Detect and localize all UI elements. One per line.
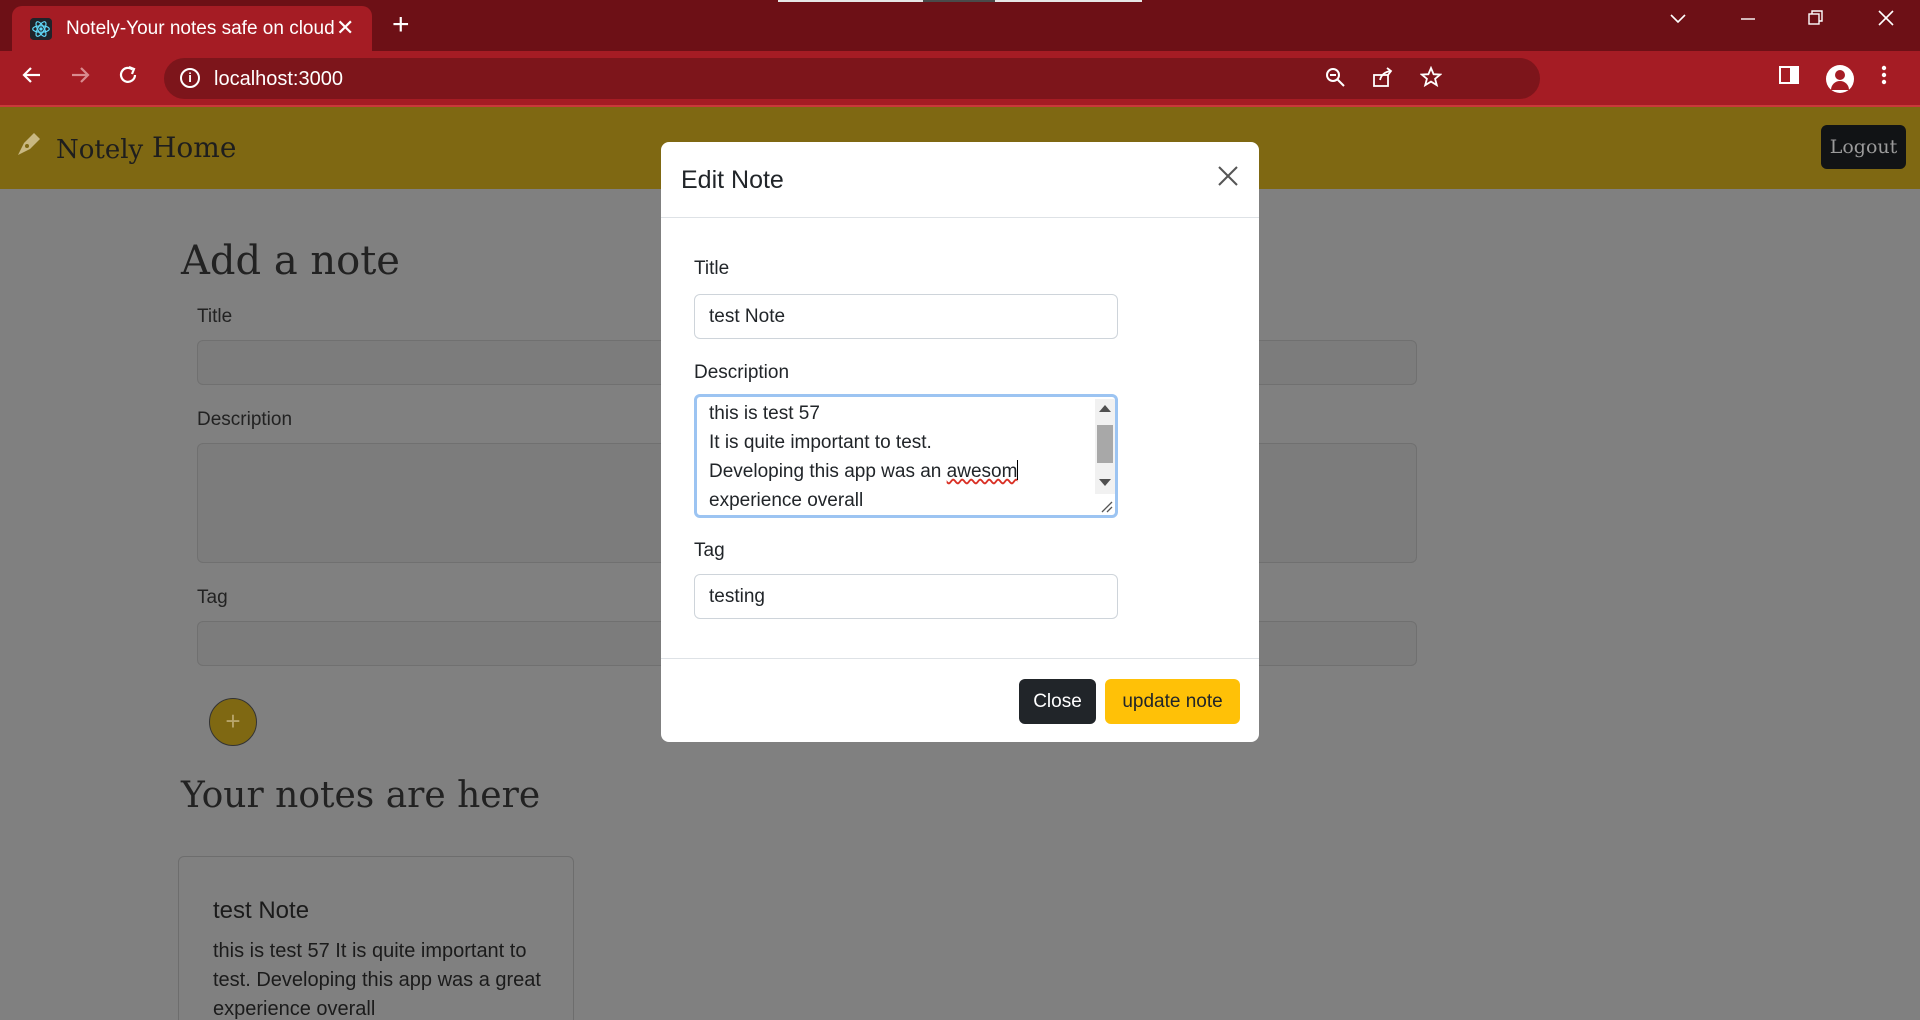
zoom-icon[interactable] — [1324, 66, 1346, 94]
description-line-with-caret: Developing this app was an awesom — [709, 457, 1089, 486]
description-line: Developing this app was an — [709, 461, 947, 482]
resize-grip-icon[interactable] — [1099, 499, 1113, 513]
add-note-heading: Add a note — [181, 238, 400, 284]
modal-description-textarea[interactable]: this is test 57 It is quite important to… — [694, 394, 1118, 518]
profile-avatar-icon[interactable] — [1826, 65, 1854, 93]
tag-label: Tag — [197, 587, 228, 608]
tab-search-icon[interactable] — [1668, 8, 1688, 34]
site-info-icon[interactable]: i — [180, 68, 200, 88]
modal-title-label: Title — [694, 258, 730, 279]
description-line: this is test 57 — [709, 403, 820, 424]
close-icon[interactable] — [1216, 162, 1240, 196]
misspelled-word: awesom — [946, 461, 1018, 482]
address-bar[interactable]: i localhost:3000 — [164, 58, 1540, 99]
modal-tag-label: Tag — [694, 540, 725, 561]
note-description: this is test 57 It is quite important to… — [213, 940, 541, 1020]
scroll-down-arrow-icon[interactable] — [1099, 479, 1111, 486]
back-icon[interactable] — [20, 63, 44, 94]
minimize-icon[interactable] — [1738, 8, 1758, 34]
modal-description-label: Description — [694, 362, 790, 383]
description-line: It is quite important to test. — [709, 432, 932, 453]
brand-name[interactable]: Notely — [56, 135, 143, 165]
forward-icon[interactable] — [68, 63, 92, 94]
bookmark-star-icon[interactable] — [1419, 65, 1443, 94]
scroll-up-arrow-icon[interactable] — [1099, 405, 1111, 412]
textarea-scrollbar[interactable] — [1095, 399, 1115, 494]
edit-note-modal: Edit Note Title test Note Description th… — [661, 142, 1259, 742]
new-tab-icon[interactable]: + — [392, 8, 410, 42]
note-title: test Note — [213, 897, 310, 924]
browser-tab[interactable]: Notely-Your notes safe on cloud ✕ — [12, 6, 372, 51]
add-note-button[interactable]: + — [209, 698, 257, 746]
description-text: this is test 57 It is quite important to… — [709, 399, 1089, 515]
scroll-thumb[interactable] — [1097, 425, 1113, 463]
modal-title: Edit Note — [681, 166, 784, 194]
modal-footer: Close update note — [661, 658, 1259, 742]
side-panel-icon[interactable] — [1778, 64, 1800, 92]
modal-header: Edit Note — [661, 142, 1259, 218]
update-note-button[interactable]: update note — [1105, 679, 1240, 724]
reload-icon[interactable] — [116, 63, 140, 94]
modal-title-input[interactable]: test Note — [694, 294, 1118, 339]
notes-heading: Your notes are here — [181, 775, 541, 816]
react-icon — [30, 18, 52, 40]
title-label: Title — [197, 306, 233, 327]
loading-indicator — [778, 0, 1142, 2]
browser-toolbar: i localhost:3000 — [0, 51, 1920, 106]
logout-button[interactable]: Logout — [1821, 125, 1906, 169]
description-label: Description — [197, 409, 293, 430]
close-window-icon[interactable] — [1876, 8, 1896, 34]
url-text: localhost:3000 — [214, 68, 343, 90]
share-icon[interactable] — [1372, 66, 1394, 94]
restore-icon[interactable] — [1806, 8, 1826, 34]
menu-kebab-icon[interactable] — [1880, 64, 1888, 92]
modal-tag-input[interactable]: testing — [694, 574, 1118, 619]
tab-close-icon[interactable]: ✕ — [336, 15, 354, 41]
text-caret — [1017, 460, 1019, 480]
tab-title: Notely-Your notes safe on cloud — [66, 18, 335, 39]
close-button[interactable]: Close — [1019, 679, 1096, 724]
description-line: experience overall — [709, 490, 864, 511]
browser-tab-strip: Notely-Your notes safe on cloud ✕ + — [0, 0, 1920, 51]
note-card: test Note this is test 57 It is quite im… — [178, 856, 574, 1020]
pen-nib-icon — [14, 129, 44, 167]
nav-home-link[interactable]: Home — [152, 131, 236, 164]
